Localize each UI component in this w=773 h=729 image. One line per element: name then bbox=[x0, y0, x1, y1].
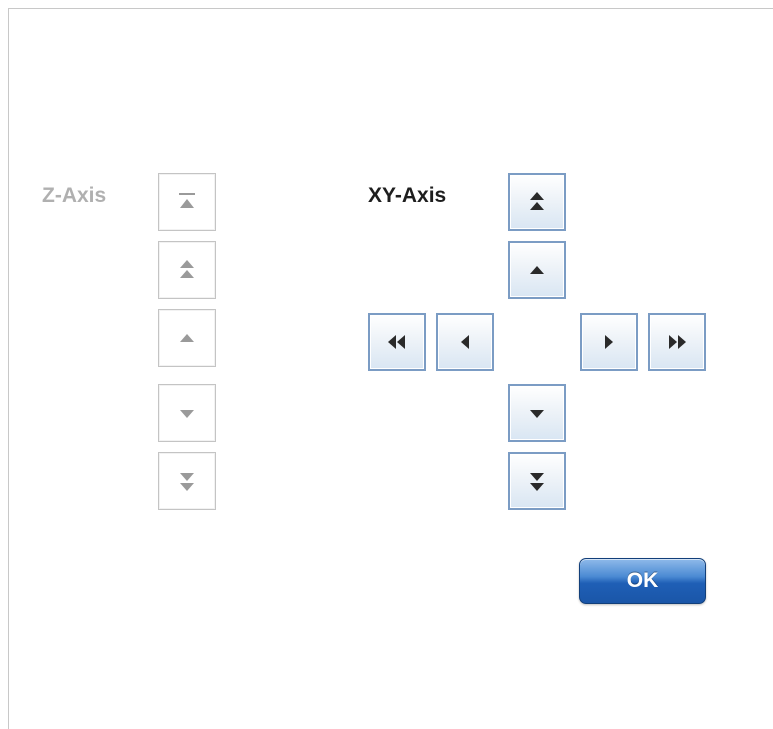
double-left-icon bbox=[388, 335, 405, 349]
z-axis-label: Z-Axis bbox=[42, 184, 107, 207]
up-icon bbox=[530, 266, 544, 274]
up-icon bbox=[180, 334, 194, 342]
down-icon bbox=[180, 410, 194, 418]
z-move-down-button[interactable] bbox=[158, 384, 216, 442]
z-top-icon bbox=[179, 193, 195, 208]
xy-move-down-button[interactable] bbox=[508, 384, 566, 442]
xy-move-left-fast-button[interactable] bbox=[368, 313, 426, 371]
z-move-up-fast-button[interactable] bbox=[158, 241, 216, 299]
z-move-up-button[interactable] bbox=[158, 309, 216, 367]
down-icon bbox=[530, 410, 544, 418]
double-up-icon bbox=[180, 260, 194, 278]
double-right-icon bbox=[669, 335, 686, 349]
double-down-icon bbox=[530, 473, 544, 491]
z-move-down-fast-button[interactable] bbox=[158, 452, 216, 510]
right-icon bbox=[605, 335, 613, 349]
double-down-icon bbox=[180, 473, 194, 491]
xy-move-right-fast-button[interactable] bbox=[648, 313, 706, 371]
xy-axis-label: XY-Axis bbox=[368, 184, 447, 207]
xy-move-down-fast-button[interactable] bbox=[508, 452, 566, 510]
xy-move-left-button[interactable] bbox=[436, 313, 494, 371]
ok-button[interactable]: OK bbox=[579, 558, 706, 604]
xy-move-up-button[interactable] bbox=[508, 241, 566, 299]
double-up-icon bbox=[530, 192, 544, 210]
xy-move-up-fast-button[interactable] bbox=[508, 173, 566, 231]
xy-move-right-button[interactable] bbox=[580, 313, 638, 371]
z-move-top-button[interactable] bbox=[158, 173, 216, 231]
left-icon bbox=[461, 335, 469, 349]
